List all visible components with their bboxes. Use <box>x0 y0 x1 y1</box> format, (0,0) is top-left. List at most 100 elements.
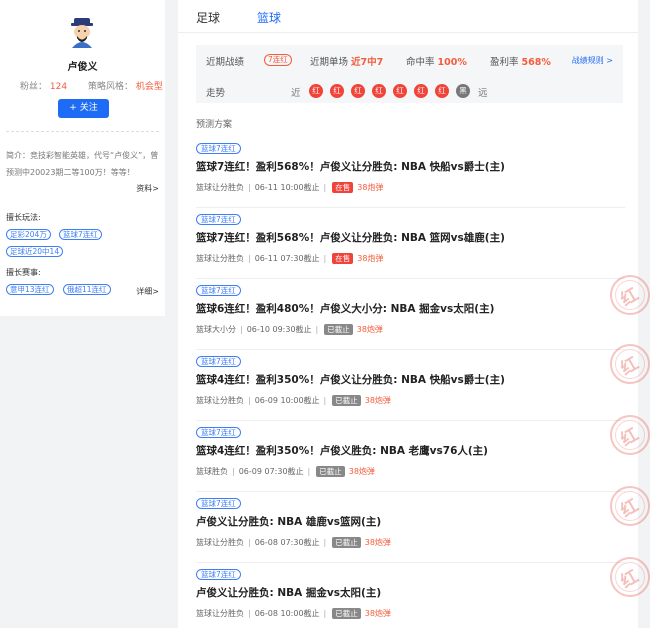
skill-tag[interactable]: 篮球7连红 <box>59 229 102 240</box>
single-stat: 近期单场 近7中7 <box>310 54 383 68</box>
item-tag: 篮球7连红 <box>196 569 241 580</box>
trend-dot: 红 <box>435 84 449 98</box>
record-rules-link[interactable]: 战绩规则 > <box>572 55 613 66</box>
item-tag: 篮球7连红 <box>196 214 241 225</box>
hit-stamp: 红 <box>610 486 650 526</box>
hit-stamp: 红 <box>610 557 650 597</box>
league-tag[interactable]: 意甲13连红 <box>6 284 54 295</box>
item-tag: 篮球7连红 <box>196 427 241 438</box>
follow-button[interactable]: + 关注 <box>58 99 109 118</box>
trend-dot: 红 <box>372 84 386 98</box>
item-meta: 篮球让分胜负 | 06-08 07:30截止 | 已截止 38炮弹 <box>196 537 391 548</box>
item-meta: 篮球让分胜负 | 06-11 07:30截止 | 在售 38炮弹 <box>196 253 384 264</box>
league-title: 擅长赛事: <box>6 268 41 277</box>
fans-stat: 粉丝： 124 <box>20 79 67 92</box>
hit-stamp: 红 <box>610 275 650 315</box>
item-type: 篮球让分胜负 <box>196 609 244 618</box>
league-more-link[interactable]: 详细> <box>136 286 159 297</box>
list-item[interactable]: 篮球7连红 篮球7连红！盈利568%！卢俊义让分胜负: NBA 快船vs爵士(主… <box>196 138 625 208</box>
trend-dot: 红 <box>351 84 365 98</box>
status-badge: 已截止 <box>316 466 345 477</box>
tab-basketball[interactable]: 篮球 <box>257 9 281 26</box>
item-meta: 篮球让分胜负 | 06-09 10:00截止 | 已截止 38炮弹 <box>196 395 391 406</box>
trend-dot: 红 <box>309 84 323 98</box>
item-meta: 篮球让分胜负 | 06-11 10:00截止 | 在售 38炮弹 <box>196 182 384 193</box>
trend-dot: 黑 <box>456 84 470 98</box>
item-tag: 篮球7连红 <box>196 285 241 296</box>
item-time: 06-11 10:00截止 <box>254 183 320 192</box>
status-badge: 在售 <box>332 253 354 264</box>
item-type: 篮球让分胜负 <box>196 396 244 405</box>
trend-far-label: 远 <box>478 88 488 99</box>
page: 卢俊义 粉丝： 124 策略风格： 机会型 + 关注 简介：竞技彩智能英雄，代号… <box>0 0 650 628</box>
divider <box>6 131 159 132</box>
item-meta: 篮球胜负 | 06-09 07:30截止 | 已截止 38炮弹 <box>196 466 375 477</box>
list-item[interactable]: 篮球7连红 篮球6连红！盈利480%！卢俊义大小分: NBA 掘金vs太阳(主)… <box>196 280 625 350</box>
item-title[interactable]: 卢俊义让分胜负: NBA 雄鹿vs篮网(主) <box>196 514 381 529</box>
item-type: 篮球让分胜负 <box>196 538 244 547</box>
item-title[interactable]: 篮球4连红！盈利350%！卢俊义胜负: NBA 老鹰vs76人(主) <box>196 443 488 458</box>
fans-count: 124 <box>49 82 68 92</box>
hit-stamp: 红 <box>610 415 650 455</box>
item-time: 06-09 10:00截止 <box>254 396 320 405</box>
item-type: 篮球胜负 <box>196 467 228 476</box>
item-meta: 篮球大小分 | 06-10 09:30截止 | 已截止 38炮弹 <box>196 324 383 335</box>
status-badge: 已截止 <box>332 395 361 406</box>
predictions-title: 预测方案 <box>196 120 233 130</box>
item-price: 38炮弹 <box>348 467 375 476</box>
hit-stamp: 红 <box>610 344 650 384</box>
item-type: 篮球让分胜负 <box>196 254 244 263</box>
record-label: 近期战绩 <box>206 57 245 68</box>
item-tag: 篮球7连红 <box>196 498 241 509</box>
item-time: 06-09 07:30截止 <box>238 467 304 476</box>
stamp-text: 红 <box>617 566 643 593</box>
item-price: 38炮弹 <box>364 609 391 618</box>
item-title[interactable]: 篮球7连红！盈利568%！卢俊义让分胜负: NBA 快船vs爵士(主) <box>196 159 505 174</box>
item-price: 38炮弹 <box>364 396 391 405</box>
profit-stat: 盈利率 568% <box>490 54 551 68</box>
item-time: 06-10 09:30截止 <box>246 325 312 334</box>
item-price: 38炮弹 <box>356 325 383 334</box>
hit-stat: 命中率 100% <box>406 54 467 68</box>
record-badge: 7连红 <box>264 54 292 66</box>
status-badge: 已截止 <box>332 608 361 619</box>
skill-tag[interactable]: 足彩204万 <box>6 229 51 240</box>
item-title[interactable]: 篮球4连红！盈利350%！卢俊义让分胜负: NBA 快船vs爵士(主) <box>196 372 505 387</box>
list-item[interactable]: 篮球7连红 篮球7连红！盈利568%！卢俊义让分胜负: NBA 篮网vs雄鹿(主… <box>196 209 625 279</box>
item-price: 38炮弹 <box>357 183 384 192</box>
item-title[interactable]: 卢俊义让分胜负: NBA 掘金vs太阳(主) <box>196 585 381 600</box>
tab-football[interactable]: 足球 <box>196 9 220 26</box>
profile-card: 卢俊义 粉丝： 124 策略风格： 机会型 + 关注 简介：竞技彩智能英雄，代号… <box>0 0 165 316</box>
stamp-text: 红 <box>617 495 643 522</box>
fans-label: 粉丝： <box>20 82 48 92</box>
status-badge: 已截止 <box>332 537 361 548</box>
item-tag: 篮球7连红 <box>196 143 241 154</box>
stamp-text: 红 <box>617 424 643 451</box>
item-meta: 篮球让分胜负 | 06-08 10:00截止 | 已截止 38炮弹 <box>196 608 391 619</box>
profit-value: 568% <box>521 57 551 68</box>
item-type: 篮球让分胜负 <box>196 183 244 192</box>
profile-intro: 简介：竞技彩智能英雄，代号“卢俊义”，曾预测中20023期二等100万！等等！ <box>6 151 159 177</box>
profile-more-link[interactable]: 资料> <box>136 183 159 194</box>
skill-tag[interactable]: 足球近20中14 <box>6 246 64 257</box>
list-item[interactable]: 篮球7连红 卢俊义让分胜负: NBA 雄鹿vs篮网(主) 篮球让分胜负 | 06-0… <box>196 493 625 563</box>
list-item[interactable]: 篮球7连红 篮球4连红！盈利350%！卢俊义让分胜负: NBA 快船vs爵士(主… <box>196 351 625 421</box>
single-label: 近期单场 <box>310 57 349 68</box>
skill-title: 擅长玩法: <box>6 213 41 222</box>
status-badge: 在售 <box>332 182 354 193</box>
item-title[interactable]: 篮球6连红！盈利480%！卢俊义大小分: NBA 掘金vs太阳(主) <box>196 301 494 316</box>
avatar[interactable] <box>68 18 96 48</box>
trend-dot: 红 <box>393 84 407 98</box>
profile-name: 卢俊义 <box>67 62 98 73</box>
item-price: 38炮弹 <box>364 538 391 547</box>
stamp-text: 红 <box>617 353 643 380</box>
hit-label: 命中率 <box>406 57 435 68</box>
style-stat: 策略风格： 机会型 <box>88 79 163 92</box>
item-time: 06-08 10:00截止 <box>254 609 320 618</box>
league-tag[interactable]: 俄超11连红 <box>63 284 111 295</box>
list-item[interactable]: 篮球7连红 篮球4连红！盈利350%！卢俊义胜负: NBA 老鹰vs76人(主)… <box>196 422 625 492</box>
item-title[interactable]: 篮球7连红！盈利568%！卢俊义让分胜负: NBA 篮网vs雄鹿(主) <box>196 230 505 245</box>
trend-dot: 红 <box>330 84 344 98</box>
list-item[interactable]: 篮球7连红 卢俊义让分胜负: NBA 掘金vs太阳(主) 篮球让分胜负 | 06-0… <box>196 564 625 628</box>
style-label: 策略风格： <box>88 82 134 92</box>
